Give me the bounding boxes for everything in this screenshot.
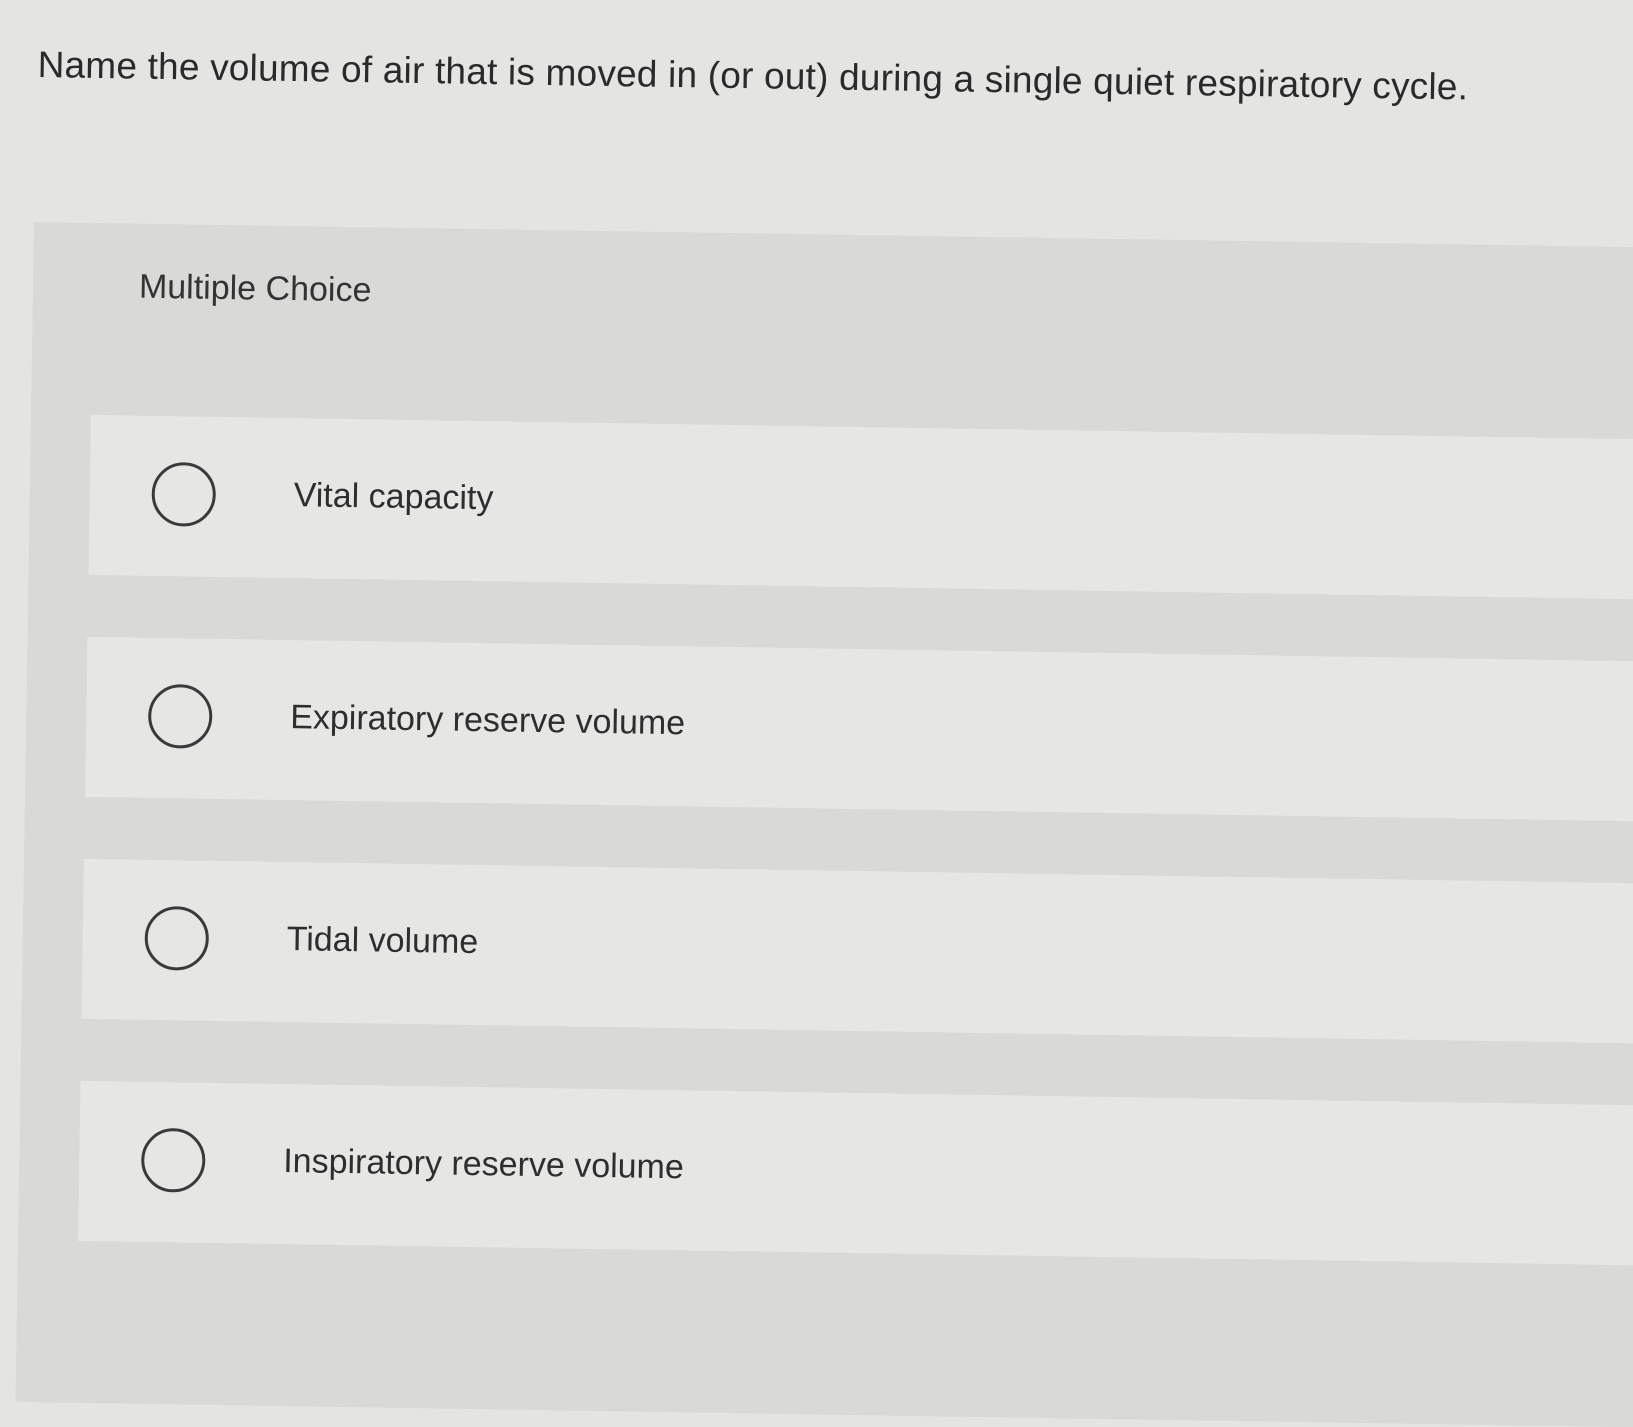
- answer-option-vital-capacity[interactable]: Vital capacity: [88, 414, 1633, 600]
- answer-option-label: Inspiratory reserve volume: [282, 1142, 685, 1187]
- answer-option-tidal-volume[interactable]: Tidal volume: [81, 858, 1633, 1044]
- answer-option-expiratory-reserve-volume[interactable]: Expiratory reserve volume: [84, 636, 1633, 822]
- quiz-page: Name the volume of air that is moved in …: [0, 0, 1633, 1427]
- answer-option-label: Expiratory reserve volume: [289, 698, 686, 743]
- radio-unchecked-icon[interactable]: [144, 905, 210, 971]
- question-text: Name the volume of air that is moved in …: [37, 44, 1469, 108]
- answer-option-inspiratory-reserve-volume[interactable]: Inspiratory reserve volume: [78, 1080, 1633, 1266]
- answer-option-label: Tidal volume: [286, 920, 479, 962]
- radio-unchecked-icon[interactable]: [151, 461, 217, 527]
- radio-unchecked-icon[interactable]: [140, 1127, 206, 1193]
- radio-unchecked-icon[interactable]: [147, 683, 213, 749]
- question-type-label: Multiple Choice: [138, 267, 372, 310]
- answer-option-label: Vital capacity: [293, 476, 494, 518]
- multiple-choice-panel: Multiple Choice Vital capacity Expirator…: [15, 222, 1633, 1427]
